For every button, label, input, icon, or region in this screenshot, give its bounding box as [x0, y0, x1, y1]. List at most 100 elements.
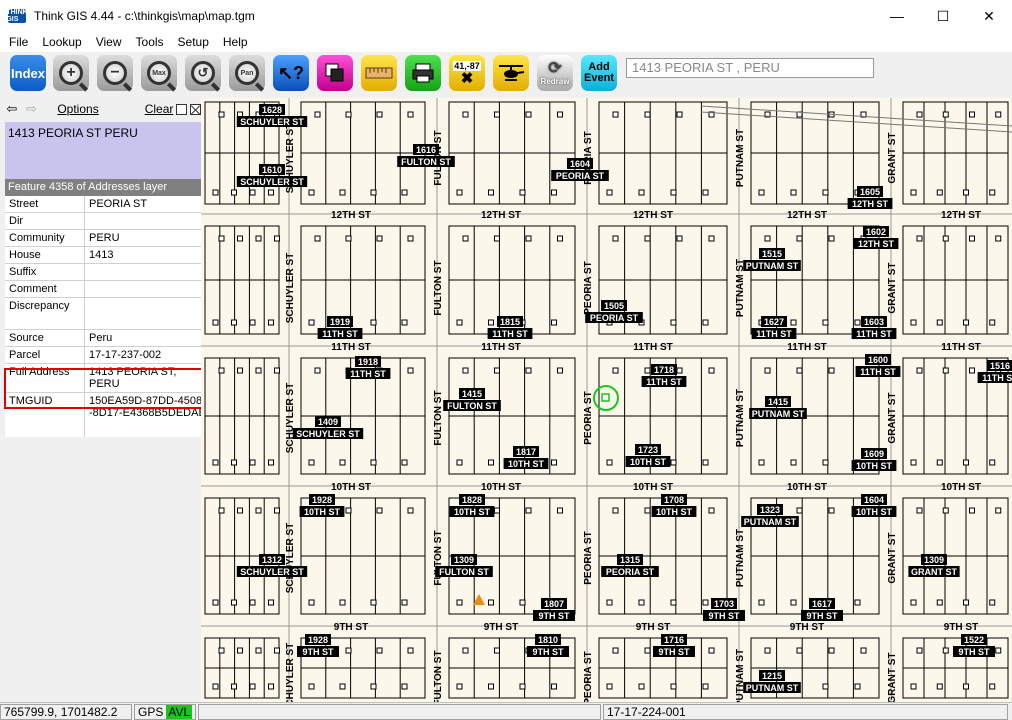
address-search-input[interactable]: 1413 PEORIA ST , PERU [626, 58, 874, 78]
address-point [969, 235, 975, 242]
address-label-street: SCHUYLER ST [296, 429, 360, 439]
railway-line [700, 111, 1012, 133]
menu-help[interactable]: Help [216, 35, 255, 49]
add-event-label-line2: Event [584, 72, 614, 84]
address-point [963, 683, 969, 690]
address-point [828, 647, 835, 654]
address-point [995, 111, 1002, 118]
address-point [370, 319, 377, 326]
menu-view[interactable]: View [89, 35, 129, 49]
attr-value: PERU [89, 232, 120, 244]
go-to-coordinates-button[interactable]: 41,-87 ✖ [449, 55, 485, 91]
measure-button[interactable] [361, 55, 397, 91]
restore-box-icon[interactable] [176, 103, 188, 115]
address-point [488, 599, 494, 606]
full-address-highlight [4, 368, 203, 409]
address-point [995, 235, 1002, 242]
address-point [494, 111, 500, 118]
menu-file[interactable]: File [2, 35, 35, 49]
address-point [274, 367, 280, 374]
index-button[interactable]: Index [10, 55, 46, 91]
address-point [758, 189, 765, 196]
address-label-street: 9TH ST [302, 647, 334, 657]
address-label-street: 10TH ST [630, 457, 667, 467]
zoom-previous-button[interactable]: ↺ [185, 55, 221, 91]
address-label-number: 1919 [330, 317, 350, 327]
helicopter-button[interactable] [493, 55, 529, 91]
window-title: Think GIS 4.44 - c:\thinkgis\map\map.tgm [34, 9, 255, 23]
options-link[interactable]: Options [57, 102, 98, 116]
address-label-street: 9TH ST [658, 647, 690, 657]
layers-button[interactable] [317, 55, 353, 91]
pan-button[interactable]: Pan [229, 55, 265, 91]
address-label-number: 1409 [318, 417, 338, 427]
address-label-street: PEORIA ST [556, 171, 605, 181]
close-panel-icon[interactable] [190, 103, 202, 115]
back-arrow-icon[interactable]: ⇦ [4, 101, 20, 117]
identify-cursor-icon: ↖? [277, 62, 305, 83]
menu-lookup[interactable]: Lookup [35, 35, 88, 49]
address-point [268, 189, 274, 196]
address-point [237, 647, 243, 654]
address-point [854, 599, 861, 606]
address-point [308, 683, 315, 690]
address-label-street: FULTON ST [447, 401, 497, 411]
zoom-in-button[interactable]: + [53, 55, 89, 91]
address-point [702, 683, 709, 690]
map-canvas[interactable]: 12TH ST 12TH ST 12TH ST 12TH ST 12TH ST 11TH … [201, 98, 1012, 702]
zoom-max-button[interactable]: Max [141, 55, 177, 91]
address-point [488, 189, 494, 196]
identify-button[interactable]: ↖? [273, 55, 309, 91]
address-point [708, 507, 715, 514]
selected-location-marker [593, 385, 619, 411]
menu-setup[interactable]: Setup [171, 35, 216, 49]
print-button[interactable] [405, 55, 441, 91]
address-point [231, 189, 237, 196]
address-point [376, 647, 383, 654]
street-label: 11TH ST [331, 342, 370, 353]
search-result[interactable]: 1413 PEORIA ST PERU [5, 122, 201, 182]
address-point [989, 459, 996, 466]
map-view[interactable]: 12TH ST 12TH ST 12TH ST 12TH ST 12TH ST 11TH … [201, 98, 1012, 702]
address-label-street: 10TH ST [856, 461, 893, 471]
address-point [963, 189, 969, 196]
zoom-out-button[interactable]: − [97, 55, 133, 91]
add-event-button[interactable]: Add Event [581, 55, 617, 91]
attr-value: PEORIA ST [89, 198, 148, 210]
address-point [854, 683, 861, 690]
close-button[interactable]: ✕ [966, 0, 1012, 32]
minimize-button[interactable]: — [874, 0, 920, 32]
info-panel: ⇦ ⇨ Options Clear 1413 PEORIA ST PERU Fe… [0, 98, 203, 702]
street-label: PEORIA ST [583, 391, 594, 445]
address-point [551, 459, 557, 466]
address-point [638, 599, 645, 606]
maximize-button[interactable]: ☐ [920, 0, 966, 32]
address-label-street: 10TH ST [304, 507, 341, 517]
selected-location-point [601, 393, 610, 402]
address-point [916, 235, 923, 242]
street-label: GRANT ST [887, 652, 898, 702]
address-label-street: SCHUYLER ST [240, 117, 304, 127]
address-label-number: 1323 [760, 505, 780, 515]
address-label-number: 1628 [262, 105, 282, 115]
address-point [345, 111, 352, 118]
address-point [644, 235, 651, 242]
redraw-button[interactable]: ⟳ Redraw [537, 55, 573, 91]
address-label-street: PUTNAM ST [746, 683, 799, 693]
address-point [790, 189, 797, 196]
address-point [407, 647, 414, 654]
printer-icon [412, 63, 434, 83]
address-point [910, 683, 917, 690]
clear-link[interactable]: Clear [145, 102, 174, 116]
street-label: 11TH ST [633, 342, 672, 353]
address-label-street: 9TH ST [806, 611, 838, 621]
address-point [822, 683, 829, 690]
address-point [370, 189, 377, 196]
forward-arrow-icon[interactable]: ⇨ [24, 101, 40, 117]
address-point [702, 189, 709, 196]
address-label-number: 1516 [990, 361, 1010, 371]
menu-tools[interactable]: Tools [129, 35, 171, 49]
attr-value: 1413 [89, 249, 114, 261]
address-point [231, 319, 237, 326]
address-point [370, 599, 377, 606]
